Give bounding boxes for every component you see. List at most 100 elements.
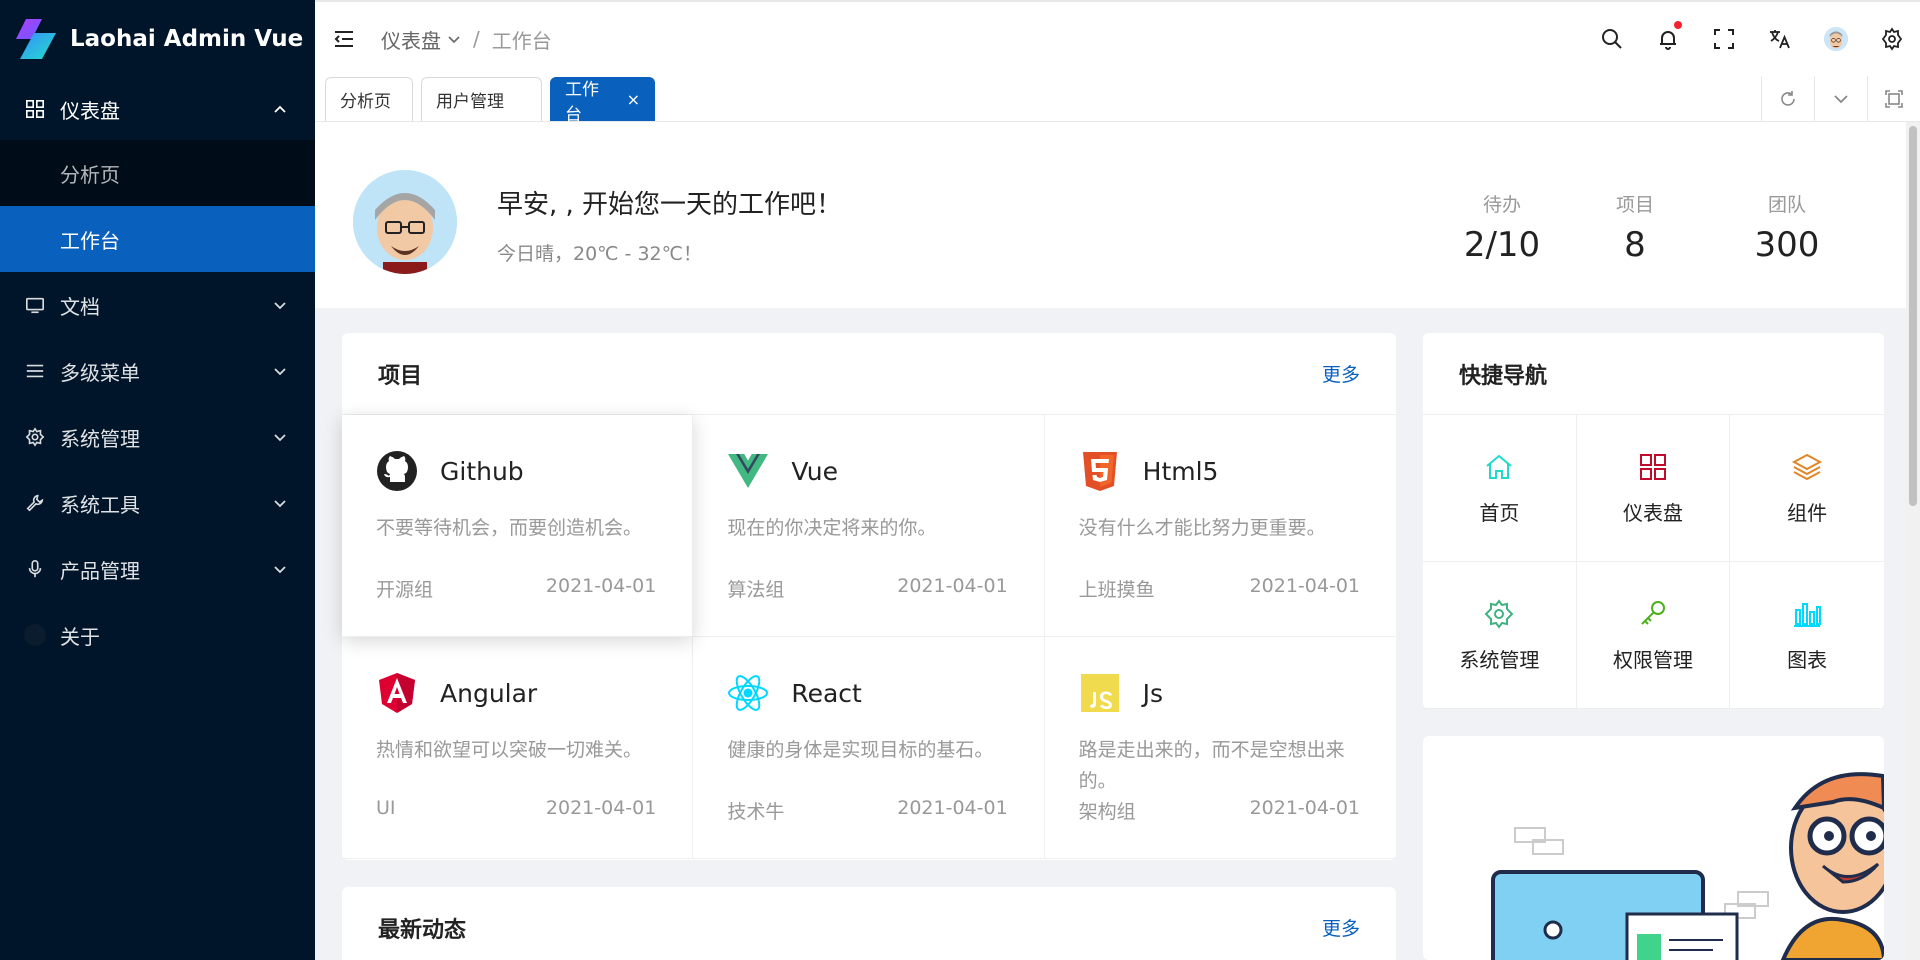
page-scrollbar[interactable] [1906,122,1920,960]
stat-projects: 项目 8 [1600,190,1670,265]
user-avatar [353,170,457,274]
project-card-angular[interactable]: Angular 热情和欲望可以突破一切难关。 UI 2021-04-01 [342,637,694,859]
sidebar-subitem-analysis[interactable]: 分析页 [0,140,315,206]
card-title: 快捷导航 [1459,363,1548,389]
logo-icon [16,19,56,59]
sidebar-subitem-workbench[interactable]: 工作台 [0,206,315,272]
sidebar-item-system[interactable]: 系统管理 [0,404,315,470]
welcome-greeting: 早安, , 开始您一天的工作吧！ [497,190,843,220]
sidebar-item-label: 多级菜单 [60,360,140,385]
sidebar-item-label: 系统工具 [60,492,140,517]
notifications-button[interactable] [1640,2,1696,76]
project-card-github[interactable]: Github 不要等待机会，而要创造机会。 开源组 2021-04-01 [342,415,694,637]
sidebar-item-label: 关于 [60,624,100,649]
sidebar-item-about[interactable]: 关于 [0,602,315,668]
project-name: Html5 [1142,456,1219,486]
chevron-down-icon[interactable] [447,32,461,46]
home-icon [1486,454,1512,479]
user-avatar [1824,27,1848,51]
microphone-icon [24,558,46,580]
sidebar-item-docs[interactable]: 文档 [0,272,315,338]
quick-nav-grid: 首页 仪表盘 组件 系统管理 权限管理 图表 [1423,415,1884,709]
quick-nav-components[interactable]: 组件 [1730,415,1884,562]
bar-chart-icon [1794,602,1822,627]
user-avatar-button[interactable] [1808,2,1864,76]
project-name: Github [440,456,524,486]
refresh-tab-button[interactable] [1761,76,1814,122]
quick-nav-label: 仪表盘 [1622,500,1683,525]
close-icon[interactable]: × [627,90,640,109]
sidebar-item-tools[interactable]: 系统工具 [0,470,315,536]
monitor-icon [24,294,46,316]
language-button[interactable] [1752,2,1808,76]
search-button[interactable] [1584,2,1640,76]
quick-nav-system[interactable]: 系统管理 [1423,562,1577,709]
chevron-down-icon [1834,95,1848,104]
translate-icon [1770,30,1790,49]
quick-nav-dashboard[interactable]: 仪表盘 [1576,415,1731,562]
tab-label: 分析页 [340,92,391,112]
tabs-bar: 分析页 用户管理 工作台 × [315,76,1920,125]
project-group: UI [376,797,396,819]
header-actions [1584,2,1920,76]
expand-icon [1885,90,1903,108]
chevron-down-icon [274,500,286,508]
stat-team: 团队 300 [1747,190,1827,265]
sidebar-item-label: 系统管理 [60,426,140,451]
project-card-js[interactable]: Js 路是走出来的，而不是空想出来的。 架构组 2021-04-01 [1044,637,1396,859]
quick-nav-label: 首页 [1479,500,1520,525]
key-icon [1641,600,1665,625]
tab-workbench[interactable]: 工作台 × [550,77,655,125]
stat-value: 8 [1624,225,1646,265]
project-desc: 路是走出来的，而不是空想出来的。 [1078,739,1345,792]
stat-value: 2/10 [1463,225,1541,265]
sidebar: Laohai Admin Vue 仪表盘 分析页 工作台 文档 多级菜单 系统管… [0,0,315,960]
quick-nav-label: 图表 [1787,647,1828,672]
project-date: 2021-04-01 [1249,575,1360,597]
project-card-vue[interactable]: Vue 现在的你决定将来的你。 算法组 2021-04-01 [693,415,1045,637]
tab-label: 用户管理 [436,92,504,112]
tab-analysis[interactable]: 分析页 [325,77,413,121]
layers-icon [1792,453,1823,480]
scrollbar-thumb[interactable] [1909,126,1917,506]
sidebar-item-label: 产品管理 [60,558,140,583]
project-desc: 健康的身体是实现目标的基石。 [727,739,994,761]
quick-nav-label: 组件 [1787,500,1828,525]
fold-content-button[interactable] [1867,76,1920,122]
stat-label: 团队 [1767,194,1806,216]
gear-icon [24,426,46,448]
quick-nav-permissions[interactable]: 权限管理 [1576,562,1731,709]
activity-more-link[interactable]: 更多 [1322,914,1360,941]
project-group: 开源组 [376,579,434,601]
sidebar-item-dashboard[interactable]: 仪表盘 [0,78,315,140]
workbench-illustration [1491,772,1884,960]
fullscreen-button[interactable] [1696,2,1752,76]
settings-button[interactable] [1864,2,1920,76]
sidebar-item-multilevel[interactable]: 多级菜单 [0,338,315,404]
project-group: 技术牛 [727,801,785,823]
breadcrumb-current: 工作台 [491,28,552,53]
chevron-down-icon [274,302,286,310]
project-name: Vue [791,456,838,486]
project-desc: 没有什么才能比努力更重要。 [1078,517,1326,539]
quick-nav-home[interactable]: 首页 [1423,415,1577,562]
breadcrumb-parent[interactable]: 仪表盘 [381,25,441,54]
menu-fold-icon[interactable] [331,26,357,52]
project-card-react[interactable]: React 健康的身体是实现目标的基石。 技术牛 2021-04-01 [693,637,1045,859]
sidebar-item-products[interactable]: 产品管理 [0,536,315,602]
projects-grid: Github 不要等待机会，而要创造机会。 开源组 2021-04-01 Vue … [342,415,1396,859]
chevron-down-icon [274,434,286,442]
bell-icon [1660,31,1676,50]
stat-todo: 待办 2/10 [1447,190,1557,265]
quick-nav-charts[interactable]: 图表 [1730,562,1884,709]
card-title: 最新动态 [378,917,467,943]
projects-more-link[interactable]: 更多 [1322,360,1360,387]
tab-dropdown-button[interactable] [1814,76,1867,122]
fullscreen-icon [1714,29,1734,49]
project-name: Js [1142,678,1164,708]
tab-user-management[interactable]: 用户管理 [421,77,542,121]
app-logo[interactable]: Laohai Admin Vue [0,0,315,78]
project-card-html5[interactable]: Html5 没有什么才能比努力更重要。 上班摸鱼 2021-04-01 [1044,415,1396,637]
project-date: 2021-04-01 [897,797,1008,819]
circle-icon [24,624,46,646]
